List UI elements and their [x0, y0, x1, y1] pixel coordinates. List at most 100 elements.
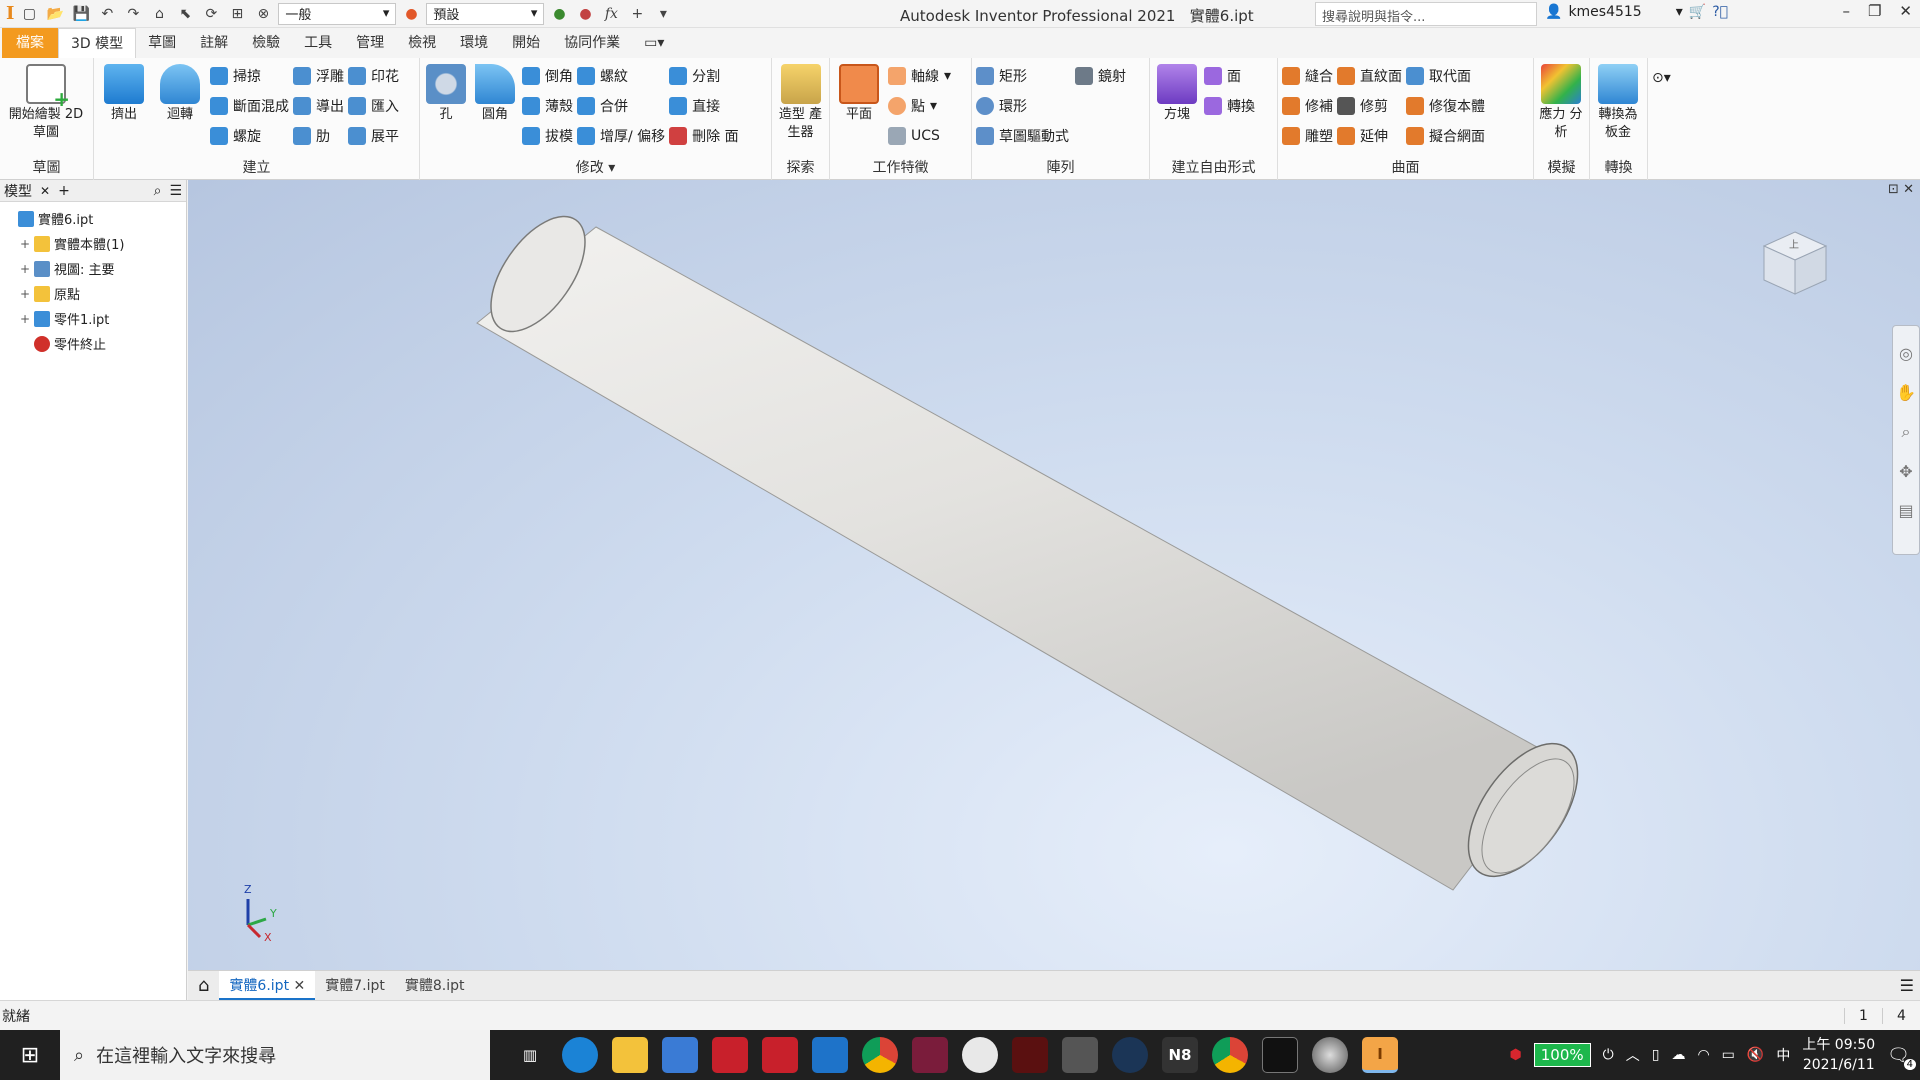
adjust-appearance-icon[interactable]: ●	[548, 3, 570, 25]
tab-collaborate[interactable]: 協同作業	[552, 28, 632, 58]
chevron-up-icon[interactable]: ︿	[1626, 1045, 1640, 1065]
inventor-logo[interactable]: I	[6, 3, 14, 24]
battery-percent[interactable]: 100%	[1533, 1043, 1591, 1067]
unfold-button[interactable]: 展平	[348, 126, 399, 146]
search-icon[interactable]: ⌕	[154, 183, 162, 199]
panel-modify-title[interactable]: 修改 ▾	[420, 157, 771, 177]
minimize-icon[interactable]: –	[1842, 2, 1850, 20]
delete-face-button[interactable]: 刪除 面	[669, 126, 739, 146]
redo-icon[interactable]: ↷	[122, 3, 144, 25]
direct-button[interactable]: 直接	[669, 96, 738, 116]
plus-icon[interactable]: +	[626, 3, 648, 25]
ruled-surface-button[interactable]: 直紋面	[1337, 66, 1402, 86]
home-icon[interactable]: ⌂	[188, 975, 219, 996]
emboss-button[interactable]: 浮雕	[293, 66, 344, 86]
clear-appearance-icon[interactable]: ●	[574, 3, 596, 25]
tab-3d-model[interactable]: 3D 模型	[58, 28, 137, 58]
tab-environments[interactable]: 環境	[448, 28, 500, 58]
stitch-button[interactable]: 縫合	[1282, 66, 1333, 86]
app-dark-red-icon[interactable]	[1012, 1037, 1048, 1073]
close-icon[interactable]: ✕	[1903, 182, 1914, 197]
doc-tab[interactable]: 實體7.ipt	[315, 971, 395, 1001]
customize-icon[interactable]: ▾	[652, 3, 674, 25]
tree-node[interactable]: 零件終止	[0, 331, 186, 356]
itunes-icon[interactable]	[962, 1037, 998, 1073]
doc-tab[interactable]: 實體8.ipt	[395, 971, 475, 1001]
cylinder-body[interactable]	[472, 200, 1599, 895]
zoom-icon[interactable]: ⌕	[1902, 422, 1911, 442]
chrome-icon[interactable]	[862, 1037, 898, 1073]
close-icon[interactable]: ✕	[294, 978, 306, 994]
rib-button[interactable]: 肋	[293, 126, 344, 146]
browser-tab-model[interactable]: 模型	[4, 181, 32, 201]
menu-icon[interactable]: ☰	[1900, 976, 1920, 995]
loft-button[interactable]: 斷面混成	[210, 96, 289, 116]
add-browser-icon[interactable]: +	[58, 183, 70, 199]
coil-button[interactable]: 螺旋	[210, 126, 289, 146]
pan-icon[interactable]: ✋	[1896, 383, 1916, 402]
volume-mute-icon[interactable]: 🔇	[1747, 1047, 1764, 1063]
ribbon-options-icon[interactable]: ▭▾	[632, 28, 676, 58]
circular-pattern-button[interactable]: 環形	[976, 96, 1069, 116]
clock[interactable]: 上午 09:50 2021/6/11	[1802, 1035, 1875, 1075]
point-button[interactable]: 點 ▾	[888, 96, 951, 116]
help-search-input[interactable]: 搜尋說明與指令...	[1315, 2, 1537, 26]
orbit-icon[interactable]: ✥	[1899, 462, 1912, 481]
cloud-icon[interactable]: ☁	[1671, 1047, 1685, 1063]
terminal-icon[interactable]	[1262, 1037, 1298, 1073]
steering-wheel-icon[interactable]: ◎	[1899, 344, 1913, 363]
ribbon-more-icon[interactable]: ⊙▾	[1652, 70, 1671, 180]
wifi-icon[interactable]: ◠	[1697, 1047, 1709, 1063]
update-icon[interactable]: ⟳	[200, 3, 222, 25]
derive-button[interactable]: 導出	[293, 96, 344, 116]
app-gray-icon[interactable]	[1062, 1037, 1098, 1073]
tab-view[interactable]: 檢視	[396, 28, 448, 58]
patch-button[interactable]: 修補	[1282, 96, 1333, 116]
doc-tab-active[interactable]: 實體6.ipt ✕	[219, 970, 316, 1001]
help-icon[interactable]: ?⃝	[1712, 4, 1728, 20]
convert-button[interactable]: 轉換	[1204, 96, 1255, 116]
ime-indicator[interactable]: 中	[1776, 1045, 1790, 1065]
tree-node[interactable]: 實體6.ipt	[0, 206, 186, 231]
extend-button[interactable]: 延伸	[1337, 126, 1402, 146]
repair-bodies-button[interactable]: 修復本體	[1406, 96, 1485, 116]
battery-icon[interactable]: ▭	[1722, 1047, 1735, 1063]
shell-button[interactable]: 薄殼	[522, 96, 573, 116]
open-file-icon[interactable]: 📂	[44, 3, 66, 25]
replace-face-button[interactable]: 取代面	[1406, 66, 1485, 86]
split-button[interactable]: 分割	[669, 66, 738, 86]
sweep-button[interactable]: 掃掠	[210, 66, 289, 86]
new-file-icon[interactable]: ▢	[18, 3, 40, 25]
measure-icon[interactable]: ⊞	[226, 3, 248, 25]
tree-node[interactable]: + 實體本體(1)	[0, 231, 186, 256]
app-red-icon[interactable]	[712, 1037, 748, 1073]
store-icon[interactable]	[662, 1037, 698, 1073]
thicken-button[interactable]: 增厚/ 偏移	[577, 126, 665, 146]
undo-icon[interactable]: ↶	[96, 3, 118, 25]
power-icon[interactable]: ⏻	[1603, 1047, 1614, 1063]
app-magenta-icon[interactable]	[912, 1037, 948, 1073]
sculpt-button[interactable]: 雕塑	[1282, 126, 1333, 146]
tab-sketch[interactable]: 草圖	[136, 28, 188, 58]
tab-annotate[interactable]: 註解	[188, 28, 240, 58]
expand-icon[interactable]: +	[20, 287, 30, 301]
start-button[interactable]: ⊞	[0, 1030, 60, 1080]
mirror-button[interactable]: 鏡射	[1075, 66, 1126, 86]
close-icon[interactable]: ✕	[1899, 2, 1912, 20]
expand-icon[interactable]: +	[20, 262, 30, 276]
rect-pattern-button[interactable]: 矩形	[976, 66, 1069, 86]
file-explorer-icon[interactable]	[612, 1037, 648, 1073]
select-icon[interactable]: ⬉	[174, 3, 196, 25]
look-at-icon[interactable]: ▤	[1898, 501, 1913, 520]
color-wheel-icon[interactable]: ●	[400, 3, 422, 25]
user-account[interactable]: 👤 kmes4515 ▾ 🛒 ?⃝	[1545, 4, 1728, 20]
thread-button[interactable]: 螺紋	[577, 66, 665, 86]
taskbar-search[interactable]: ⌕ 在這裡輸入文字來搜尋	[60, 1030, 490, 1080]
tab-file[interactable]: 檔案	[2, 28, 58, 58]
close-icon[interactable]: ✕	[40, 184, 50, 198]
tree-node[interactable]: + 原點	[0, 281, 186, 306]
expand-icon[interactable]: +	[20, 237, 30, 251]
trim-button[interactable]: 修剪	[1337, 96, 1402, 116]
import-button[interactable]: 匯入	[348, 96, 399, 116]
axis-button[interactable]: 軸線 ▾	[888, 66, 951, 86]
